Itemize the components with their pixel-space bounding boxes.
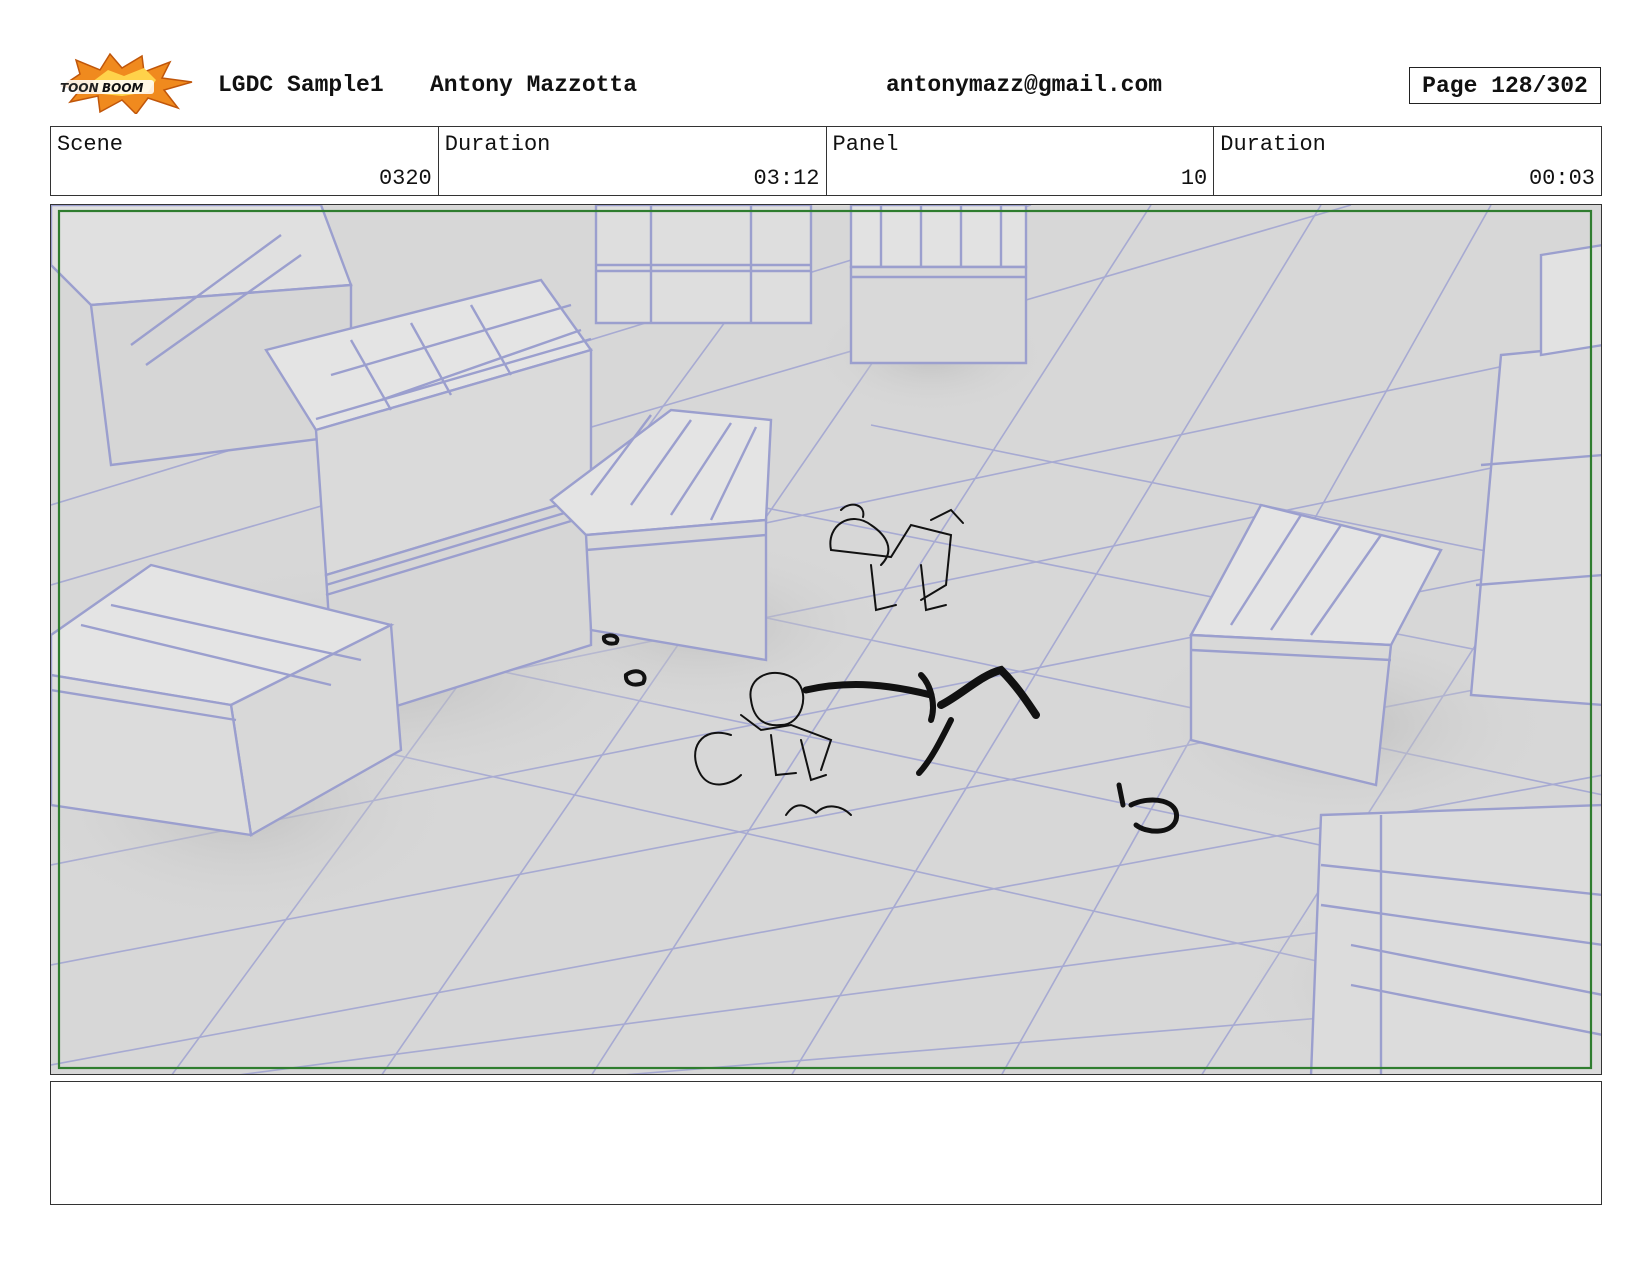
scene-duration-cell: Duration 03:12 bbox=[439, 127, 827, 195]
scene-label: Scene bbox=[57, 132, 124, 157]
scene-duration-value: 03:12 bbox=[753, 166, 820, 191]
panel-value: 10 bbox=[1180, 166, 1208, 191]
author-email: antonymazz@gmail.com bbox=[886, 72, 1163, 98]
toonboom-logo: TOON BOOM bbox=[52, 52, 198, 116]
storyboard-panel bbox=[50, 204, 1602, 1075]
scene-duration-label: Duration bbox=[444, 132, 551, 157]
crate-bottom-right bbox=[1309, 803, 1601, 1074]
panel-cell: Panel 10 bbox=[827, 127, 1215, 195]
project-title: LGDC Sample1 bbox=[218, 72, 384, 98]
crate-top-right bbox=[849, 205, 1028, 365]
page-header: TOON BOOM LGDC Sample1 Antony Mazzotta a… bbox=[0, 0, 1648, 120]
panel-duration-cell: Duration 00:03 bbox=[1214, 127, 1601, 195]
crate-top-center bbox=[594, 205, 813, 325]
panel-label: Panel bbox=[832, 132, 899, 157]
author-name: Antony Mazzotta bbox=[430, 72, 638, 98]
svg-text:BOOM: BOOM bbox=[102, 81, 144, 95]
panel-drawing bbox=[51, 205, 1601, 1074]
svg-text:TOON: TOON bbox=[60, 81, 99, 95]
scene-info-row: Scene 0320 Duration 03:12 Panel 10 Durat… bbox=[50, 126, 1602, 196]
scene-value: 0320 bbox=[378, 166, 432, 191]
scene-cell: Scene 0320 bbox=[51, 127, 439, 195]
panel-duration-label: Duration bbox=[1220, 132, 1326, 157]
page-number: Page 128/302 bbox=[1409, 67, 1601, 104]
panel-notes-box bbox=[50, 1081, 1602, 1205]
panel-duration-value: 00:03 bbox=[1528, 166, 1595, 191]
